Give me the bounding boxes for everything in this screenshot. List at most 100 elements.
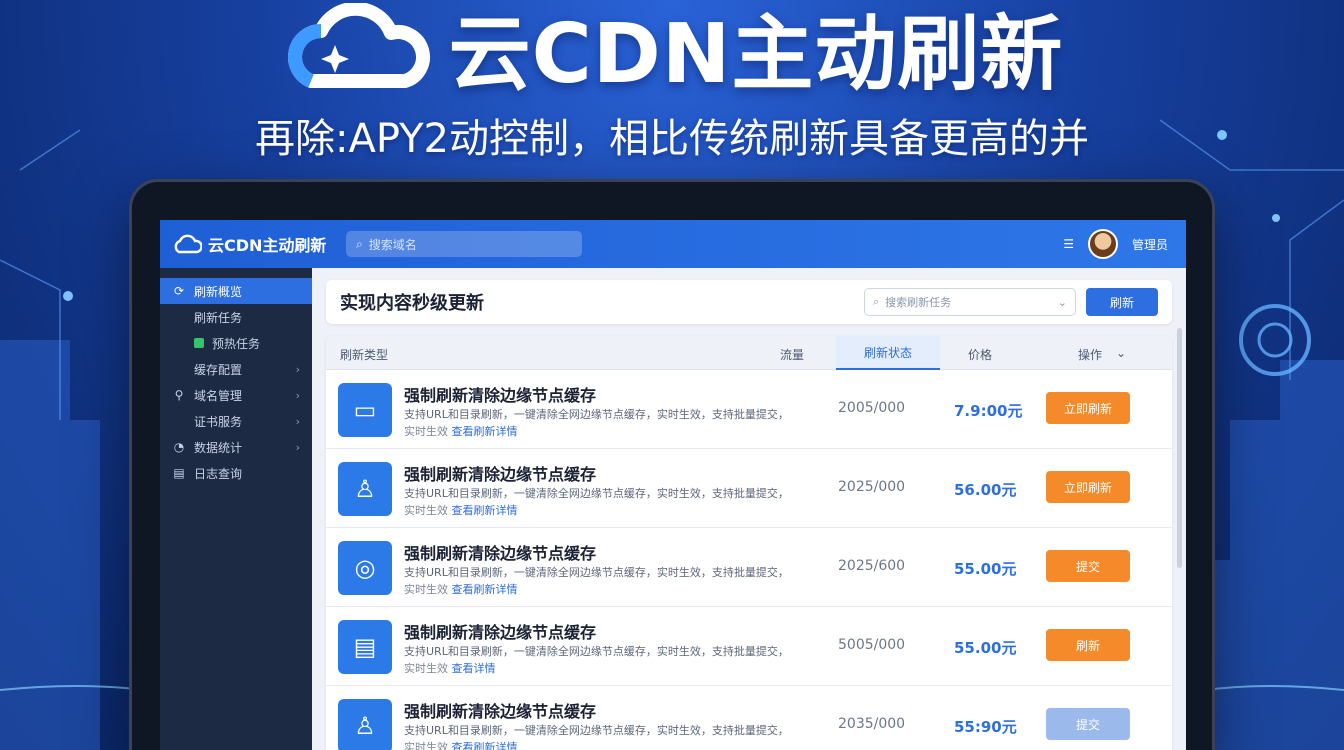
service-icon: ▭ xyxy=(338,383,392,437)
header-name[interactable]: 刷新类型 xyxy=(340,346,388,363)
sidebar-item[interactable]: 证书服务 › xyxy=(160,408,312,434)
header-col2[interactable]: 流量 xyxy=(780,346,804,363)
row-meta-prefix: 实时生效 xyxy=(404,425,448,438)
service-icon: ♙ xyxy=(338,699,392,750)
row-detail-link[interactable]: 查看详情 xyxy=(452,662,496,675)
row-date: 2025/600 xyxy=(838,558,906,574)
sidebar-item-label: 刷新概览 xyxy=(194,284,243,299)
sidebar-item-label: 域名管理 xyxy=(194,388,243,403)
search-icon: ⌕ xyxy=(356,236,363,251)
sidebar-item-label: 预热任务 xyxy=(212,336,261,351)
app-screen: 云CDN主动刷新 ⌕ 搜索域名 ☰ 管理员 ⟳ 刷新概览刷新任务预热任务缓存配置 ›… xyxy=(160,220,1186,750)
hero-title: 云CDN主动刷新 xyxy=(0,0,1344,102)
sidebar-item[interactable]: 缓存配置 › xyxy=(160,356,312,382)
row-detail-link[interactable]: 查看刷新详情 xyxy=(452,741,518,750)
table-row[interactable]: ♙ 强制刷新清除边缘节点缓存支持URL和目录刷新，一键清除全网边缘节点缓存，实时生… xyxy=(326,686,1172,750)
sidebar-item[interactable]: ▤ 日志查询 xyxy=(160,460,312,486)
table-header: 刷新类型 流量 刷新状态 价格 操作 ⌄ xyxy=(326,336,1172,370)
row-detail-link[interactable]: 查看刷新详情 xyxy=(452,504,518,517)
row-meta-prefix: 实时生效 xyxy=(404,504,448,517)
table-row[interactable]: ▤ 强制刷新清除边缘节点缓存 支持URL和目录刷新，一键清除全网边缘节点缓存，实时生… xyxy=(326,607,1172,686)
avatar[interactable] xyxy=(1087,229,1118,259)
table-row[interactable]: ▭ 强制刷新清除边缘节点缓存支持URL和目录刷新，一键清除全网边缘节点缓存，实时生… xyxy=(326,370,1172,449)
row-action-button[interactable]: 刷新 xyxy=(1046,629,1130,661)
row-detail-link[interactable]: 查看刷新详情 xyxy=(452,425,518,438)
task-search-placeholder: 搜索刷新任务 xyxy=(885,296,952,309)
chart-icon: ◔ xyxy=(173,440,185,454)
row-description: 支持URL和目录刷新，一键清除全网边缘节点缓存，实时生效，支持批量提交， xyxy=(404,487,789,500)
task-table: 刷新类型 流量 刷新状态 价格 操作 ⌄ ▭ 强制刷新清除边缘节点缓存 支持URL和… xyxy=(326,336,1172,750)
sidebar-item-label: 证书服务 xyxy=(194,414,243,429)
table-row[interactable]: ◎ 强制刷新清除边缘节点缓存 支持URL和目录刷新，一键清除全网边缘节点缓存，实时生… xyxy=(326,528,1172,607)
table-row[interactable]: ♙ 强制刷新清除边缘节点缓存支持URL和目录刷新，一键清除全网边缘节点缓存，实时生… xyxy=(326,449,1172,528)
cloud-logo-icon xyxy=(287,3,430,88)
user-name[interactable]: 管理员 xyxy=(1132,236,1168,253)
menu-icon[interactable]: ☰ xyxy=(1063,237,1074,251)
row-price: 7.9:00元 xyxy=(954,402,1023,420)
row-meta: 实时生效 查看刷新详情 xyxy=(404,423,518,439)
service-icon: ▤ xyxy=(338,620,392,674)
scrollbar[interactable] xyxy=(1177,328,1182,568)
chevron-down-icon[interactable]: ⌄ xyxy=(1058,296,1067,309)
main-content: 实现内容秒级更新 ⌕ 搜索刷新任务 ⌄ 刷新 刷新类型 流量 刷新状态 价格 操… xyxy=(312,268,1186,750)
header-col4[interactable]: 价格 xyxy=(968,346,992,363)
row-meta-prefix: 实时生效 xyxy=(404,741,448,750)
row-meta-prefix: 实时生效 xyxy=(404,662,448,675)
row-title: 强制刷新清除边缘节点缓存 xyxy=(404,544,597,563)
hero-title-text: 云CDN主动刷新 xyxy=(448,6,1064,102)
top-bar: 云CDN主动刷新 ⌕ 搜索域名 ☰ 管理员 xyxy=(160,220,1186,268)
chevron-right-icon: › xyxy=(295,440,300,454)
panel-header: 实现内容秒级更新 ⌕ 搜索刷新任务 ⌄ 刷新 xyxy=(326,280,1172,324)
sidebar-item-label: 数据统计 xyxy=(194,440,243,455)
row-action-button[interactable]: 立即刷新 xyxy=(1046,471,1130,503)
refresh-icon: ⟳ xyxy=(173,284,185,298)
task-search-input[interactable]: ⌕ 搜索刷新任务 ⌄ xyxy=(864,288,1076,316)
row-meta: 实时生效 查看刷新详情 xyxy=(404,581,518,597)
sidebar-item[interactable]: 预热任务 xyxy=(160,330,312,356)
sidebar-item[interactable]: ⚲ 域名管理 › xyxy=(160,382,312,408)
header-col5[interactable]: 操作 xyxy=(1078,346,1102,363)
refresh-button[interactable]: 刷新 xyxy=(1086,288,1158,316)
sidebar-item-label: 缓存配置 xyxy=(194,362,243,377)
row-date: 2005/000 xyxy=(838,400,906,416)
service-icon: ♙ xyxy=(338,462,392,516)
app-brand[interactable]: 云CDN主动刷新 xyxy=(172,232,332,256)
row-detail-link[interactable]: 查看刷新详情 xyxy=(452,583,518,596)
row-meta: 实时生效 查看刷新详情 xyxy=(404,502,518,518)
row-meta-prefix: 实时生效 xyxy=(404,583,448,596)
row-title: 强制刷新清除边缘节点缓存 xyxy=(404,465,597,484)
row-description: 支持URL和目录刷新，一键清除全网边缘节点缓存，实时生效，支持批量提交， xyxy=(404,408,789,421)
sidebar: ⟳ 刷新概览刷新任务预热任务缓存配置 › ⚲ 域名管理 › 证书服务 › ◔ 数据统计 › ▤ 日志查询 xyxy=(160,268,312,750)
sidebar-item[interactable]: ⟳ 刷新概览 xyxy=(160,278,312,304)
row-price: 55.00元 xyxy=(954,560,1017,578)
sidebar-item[interactable]: ◔ 数据统计 › xyxy=(160,434,312,460)
user-icon: ⚲ xyxy=(174,388,184,402)
top-search-input[interactable]: ⌕ 搜索域名 xyxy=(346,231,582,257)
row-title: 强制刷新清除边缘节点缓存 xyxy=(404,702,597,721)
sidebar-item-label: 日志查询 xyxy=(194,466,243,481)
sidebar-item-label: 刷新任务 xyxy=(194,310,243,325)
row-title: 强制刷新清除边缘节点缓存 xyxy=(404,386,597,405)
row-date: 2035/000 xyxy=(838,716,906,732)
header-col3[interactable]: 刷新状态 xyxy=(836,336,940,370)
top-search-placeholder: 搜索域名 xyxy=(368,237,417,252)
row-description: 支持URL和目录刷新，一键清除全网边缘节点缓存，实时生效，支持批量提交， xyxy=(404,724,789,737)
chevron-right-icon: › xyxy=(295,414,300,428)
top-right-area: ☰ 管理员 xyxy=(1063,229,1168,259)
chevron-right-icon: › xyxy=(295,362,300,376)
cloud-icon xyxy=(174,234,202,254)
status-dot-icon xyxy=(194,338,204,348)
sidebar-item[interactable]: 刷新任务 xyxy=(160,304,312,330)
row-action-button[interactable]: 立即刷新 xyxy=(1046,392,1130,424)
row-action-button[interactable]: 提交 xyxy=(1046,550,1130,582)
row-price: 55:90元 xyxy=(954,718,1017,736)
search-icon: ⌕ xyxy=(873,295,880,308)
log-icon: ▤ xyxy=(173,466,185,480)
row-action-button[interactable]: 提交 xyxy=(1046,708,1130,740)
row-meta: 实时生效 查看详情 xyxy=(404,660,496,676)
chevron-down-icon[interactable]: ⌄ xyxy=(1116,346,1126,360)
service-icon: ◎ xyxy=(338,541,392,595)
chevron-right-icon: › xyxy=(295,388,300,402)
table-body: ▭ 强制刷新清除边缘节点缓存 支持URL和目录刷新，一键清除全网边缘节点缓存，实时生… xyxy=(326,370,1172,750)
row-date: 2025/000 xyxy=(838,479,906,495)
